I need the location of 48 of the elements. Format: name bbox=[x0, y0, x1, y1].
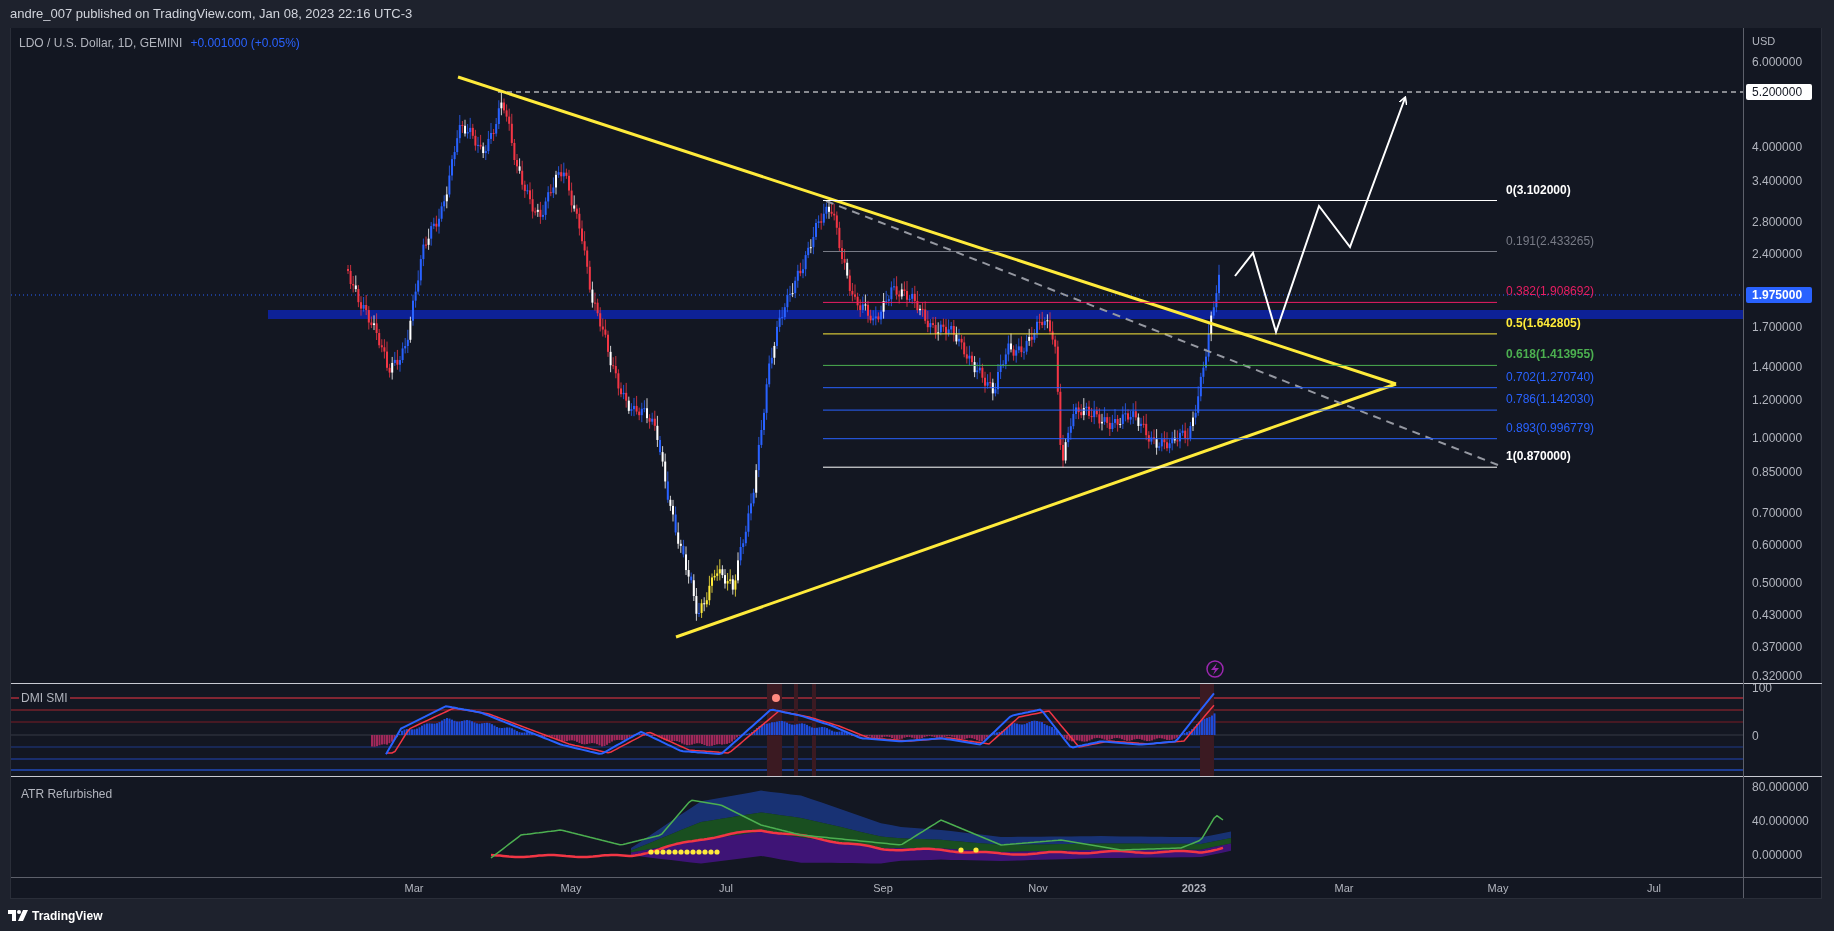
brand-name: TradingView bbox=[32, 907, 103, 925]
fib-label: 0(3.102000) bbox=[1506, 182, 1571, 197]
time-axis-label: Sep bbox=[873, 882, 893, 894]
fib-label: 0.786(1.142030) bbox=[1506, 392, 1595, 407]
symbol-title: LDO / U.S. Dollar, 1D, GEMINI bbox=[19, 35, 183, 52]
price-change: +0.001000 (+0.05%) bbox=[190, 35, 300, 52]
price-axis-label: 2.400000 bbox=[1752, 247, 1803, 262]
logo-icon bbox=[8, 910, 28, 921]
price-axis-label: 0.430000 bbox=[1752, 608, 1803, 622]
price-axis-label: 1.400000 bbox=[1752, 360, 1803, 375]
price-axis-label: 0.700000 bbox=[1752, 505, 1803, 520]
fib-label: 0.702(1.270740) bbox=[1506, 369, 1595, 384]
fib-label: 0.191(2.433265) bbox=[1506, 233, 1595, 248]
price-axis-label: 4.000000 bbox=[1752, 140, 1803, 155]
fib-label: 1(0.870000) bbox=[1506, 449, 1571, 464]
price-axis-label: 1.700000 bbox=[1752, 319, 1803, 334]
price-tag: 1.975000 bbox=[1746, 287, 1812, 303]
price-axis-label: 2.800000 bbox=[1752, 215, 1803, 229]
indicator-axis-label: 0.000000 bbox=[1752, 848, 1803, 862]
price-axis-label: 0.370000 bbox=[1752, 639, 1803, 654]
price-axis-label: 0.850000 bbox=[1752, 465, 1803, 480]
time-axis-label: Jul bbox=[1646, 882, 1662, 894]
fib-label: 0.5(1.642805) bbox=[1506, 315, 1581, 330]
price-axis-label: 1.200000 bbox=[1752, 392, 1803, 407]
price-axis-label: 6.000000 bbox=[1752, 55, 1803, 70]
time-axis-label: Jul bbox=[718, 882, 734, 894]
fib-label: 0.382(1.908692) bbox=[1506, 284, 1595, 299]
indicator-axis-label: 0 bbox=[1752, 729, 1759, 743]
time-axis-label: Mar bbox=[404, 882, 424, 894]
price-tag: 5.200000 bbox=[1746, 84, 1812, 100]
publisher-line: andre_007 published on TradingView.com, Jan 08, 2023 22:16 UTC-3 bbox=[10, 6, 413, 21]
price-axis-label: 0.500000 bbox=[1752, 576, 1803, 591]
price-axis-label: 0.320000 bbox=[1752, 669, 1803, 683]
indicator-axis-label: 100 bbox=[1752, 684, 1773, 695]
price-axis-label: 1.000000 bbox=[1752, 431, 1803, 445]
indicator-axis-label: 80.000000 bbox=[1752, 780, 1809, 794]
fib-label: 0.893(0.996779) bbox=[1506, 420, 1595, 435]
time-axis-label: Nov bbox=[1028, 882, 1048, 894]
indicator-axis-label: 40.000000 bbox=[1752, 814, 1809, 828]
price-axis-label: 0.600000 bbox=[1752, 538, 1803, 553]
time-axis-label: May bbox=[1487, 882, 1509, 894]
axis-unit: USD bbox=[1752, 35, 1776, 47]
time-axis-label: Mar bbox=[1334, 882, 1354, 894]
lightning-icon bbox=[1206, 660, 1224, 678]
time-axis-label: May bbox=[560, 882, 582, 894]
fib-label: 0.618(1.413955) bbox=[1506, 347, 1595, 362]
price-axis-label: 3.400000 bbox=[1752, 174, 1803, 189]
time-axis-label: 2023 bbox=[1181, 882, 1207, 894]
